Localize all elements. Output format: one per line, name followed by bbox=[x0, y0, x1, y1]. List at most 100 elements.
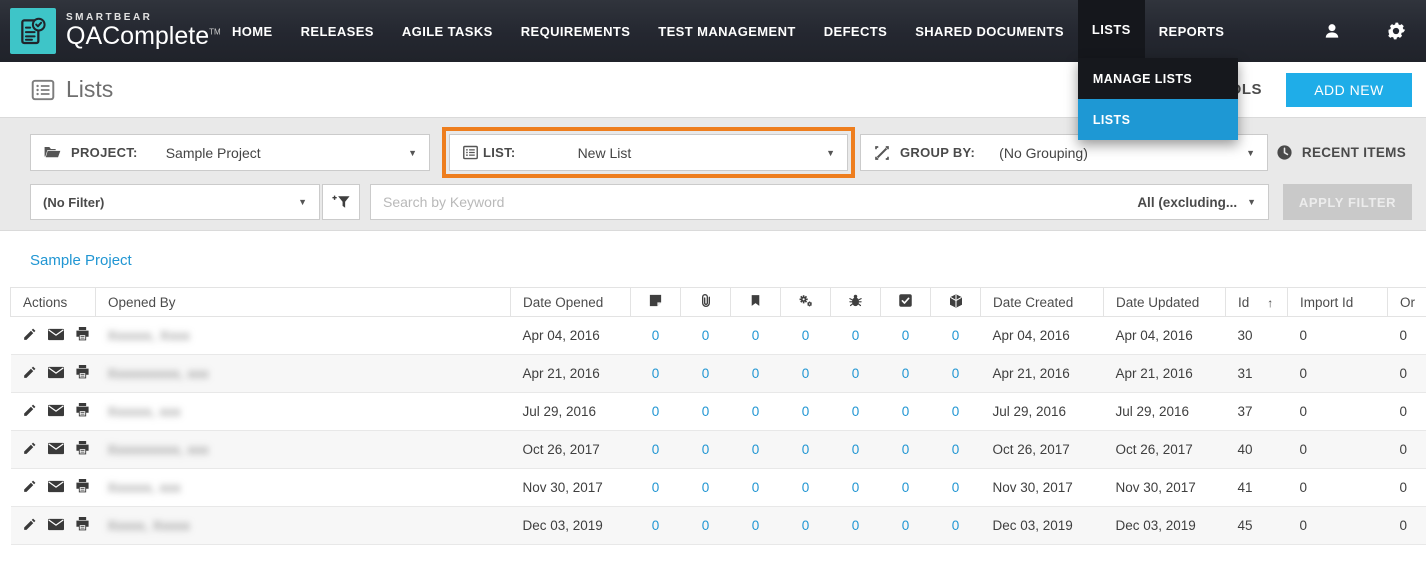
menu-item-manage-lists[interactable]: MANAGE LISTS bbox=[1078, 58, 1238, 99]
column-header-id[interactable]: Id↑ bbox=[1226, 288, 1288, 317]
column-note-icon[interactable] bbox=[631, 288, 681, 317]
print-icon[interactable] bbox=[75, 327, 90, 344]
list-dropdown[interactable]: LIST: New List ▼ bbox=[449, 134, 848, 171]
email-icon[interactable] bbox=[48, 328, 64, 344]
count-link[interactable]: 0 bbox=[802, 442, 810, 457]
nav-item-test-management[interactable]: TEST MANAGEMENT bbox=[644, 0, 809, 62]
count-link[interactable]: 0 bbox=[852, 404, 860, 419]
column-header-date-opened[interactable]: Date Opened↑ bbox=[511, 288, 631, 317]
count-link[interactable]: 0 bbox=[852, 442, 860, 457]
column-gears-icon[interactable] bbox=[781, 288, 831, 317]
column-bug-icon[interactable] bbox=[831, 288, 881, 317]
nav-item-lists[interactable]: LISTSMANAGE LISTSLISTS bbox=[1078, 0, 1145, 62]
column-paperclip-icon[interactable] bbox=[681, 288, 731, 317]
nav-item-home[interactable]: HOME bbox=[218, 0, 287, 62]
count-link[interactable]: 0 bbox=[802, 328, 810, 343]
count-link[interactable]: 0 bbox=[852, 328, 860, 343]
count-link[interactable]: 0 bbox=[902, 480, 910, 495]
count-link[interactable]: 0 bbox=[702, 480, 710, 495]
count-link[interactable]: 0 bbox=[902, 404, 910, 419]
gear-icon[interactable] bbox=[1386, 21, 1406, 41]
column-bookmark-icon[interactable] bbox=[731, 288, 781, 317]
count-link[interactable]: 0 bbox=[702, 328, 710, 343]
column-cube-icon[interactable] bbox=[931, 288, 981, 317]
menu-item-lists[interactable]: LISTS bbox=[1078, 99, 1238, 140]
print-icon[interactable] bbox=[75, 479, 90, 496]
count-link[interactable]: 0 bbox=[652, 442, 660, 457]
apply-filter-button[interactable]: APPLY FILTER bbox=[1283, 184, 1412, 220]
count-link[interactable]: 0 bbox=[952, 442, 960, 457]
count-link[interactable]: 0 bbox=[902, 366, 910, 381]
count-link[interactable]: 0 bbox=[702, 518, 710, 533]
count-link[interactable]: 0 bbox=[652, 328, 660, 343]
add-new-button[interactable]: ADD NEW bbox=[1286, 73, 1412, 107]
count-link[interactable]: 0 bbox=[652, 404, 660, 419]
count-link[interactable]: 0 bbox=[852, 480, 860, 495]
edit-icon[interactable] bbox=[23, 517, 37, 534]
edit-icon[interactable] bbox=[23, 441, 37, 458]
print-icon[interactable] bbox=[75, 517, 90, 534]
edit-icon[interactable] bbox=[23, 403, 37, 420]
print-icon[interactable] bbox=[75, 441, 90, 458]
edit-icon[interactable] bbox=[23, 479, 37, 496]
brand[interactable]: SMARTBEAR QACompleteTM bbox=[0, 0, 218, 62]
count-link[interactable]: 0 bbox=[702, 404, 710, 419]
email-icon[interactable] bbox=[48, 404, 64, 420]
count-link[interactable]: 0 bbox=[952, 480, 960, 495]
count-link[interactable]: 0 bbox=[752, 404, 760, 419]
count-link[interactable]: 0 bbox=[752, 518, 760, 533]
column-check-square-icon[interactable] bbox=[881, 288, 931, 317]
count-link[interactable]: 0 bbox=[652, 480, 660, 495]
count-link[interactable]: 0 bbox=[702, 366, 710, 381]
project-group-link[interactable]: Sample Project bbox=[30, 252, 132, 269]
email-icon[interactable] bbox=[48, 480, 64, 496]
email-icon[interactable] bbox=[48, 366, 64, 382]
count-link[interactable]: 0 bbox=[752, 442, 760, 457]
count-link[interactable]: 0 bbox=[952, 366, 960, 381]
nav-item-defects[interactable]: DEFECTS bbox=[810, 0, 901, 62]
filter-dropdown[interactable]: (No Filter) ▼ bbox=[30, 184, 320, 220]
email-icon[interactable] bbox=[48, 518, 64, 534]
nav-item-releases[interactable]: RELEASES bbox=[287, 0, 388, 62]
nav-item-requirements[interactable]: REQUIREMENTS bbox=[507, 0, 645, 62]
column-header-import-id[interactable]: Import Id bbox=[1288, 288, 1388, 317]
search-scope-dropdown[interactable]: All (excluding... ▼ bbox=[1137, 195, 1256, 210]
count-link[interactable]: 0 bbox=[952, 404, 960, 419]
count-link[interactable]: 0 bbox=[802, 404, 810, 419]
edit-icon[interactable] bbox=[23, 327, 37, 344]
count-link[interactable]: 0 bbox=[752, 366, 760, 381]
count-link[interactable]: 0 bbox=[802, 518, 810, 533]
count-link[interactable]: 0 bbox=[952, 518, 960, 533]
column-header-actions[interactable]: Actions bbox=[11, 288, 96, 317]
count-link[interactable]: 0 bbox=[902, 518, 910, 533]
count-link[interactable]: 0 bbox=[852, 366, 860, 381]
column-header-date-updated[interactable]: Date Updated bbox=[1104, 288, 1226, 317]
count-link[interactable]: 0 bbox=[652, 518, 660, 533]
count-link[interactable]: 0 bbox=[652, 366, 660, 381]
user-icon[interactable] bbox=[1322, 21, 1342, 41]
count-link[interactable]: 0 bbox=[852, 518, 860, 533]
nav-item-reports[interactable]: REPORTS bbox=[1145, 0, 1239, 62]
nav-item-shared-documents[interactable]: SHARED DOCUMENTS bbox=[901, 0, 1078, 62]
add-filter-button[interactable] bbox=[322, 184, 360, 220]
column-header-or[interactable]: Or bbox=[1388, 288, 1426, 317]
print-icon[interactable] bbox=[75, 365, 90, 382]
print-icon[interactable] bbox=[75, 403, 90, 420]
date-created-cell: Dec 03, 2019 bbox=[981, 507, 1104, 545]
count-link[interactable]: 0 bbox=[902, 328, 910, 343]
count-link[interactable]: 0 bbox=[902, 442, 910, 457]
recent-items-button[interactable]: RECENT ITEMS bbox=[1276, 144, 1412, 161]
count-link[interactable]: 0 bbox=[952, 328, 960, 343]
count-link[interactable]: 0 bbox=[752, 480, 760, 495]
edit-icon[interactable] bbox=[23, 365, 37, 382]
count-link[interactable]: 0 bbox=[752, 328, 760, 343]
column-header-opened-by[interactable]: Opened By bbox=[96, 288, 511, 317]
email-icon[interactable] bbox=[48, 442, 64, 458]
count-link[interactable]: 0 bbox=[802, 480, 810, 495]
project-dropdown[interactable]: PROJECT: Sample Project ▼ bbox=[30, 134, 430, 171]
count-link[interactable]: 0 bbox=[702, 442, 710, 457]
nav-item-agile-tasks[interactable]: AGILE TASKS bbox=[388, 0, 507, 62]
count-link[interactable]: 0 bbox=[802, 366, 810, 381]
column-header-date-created[interactable]: Date Created bbox=[981, 288, 1104, 317]
search-input[interactable] bbox=[383, 194, 1137, 210]
